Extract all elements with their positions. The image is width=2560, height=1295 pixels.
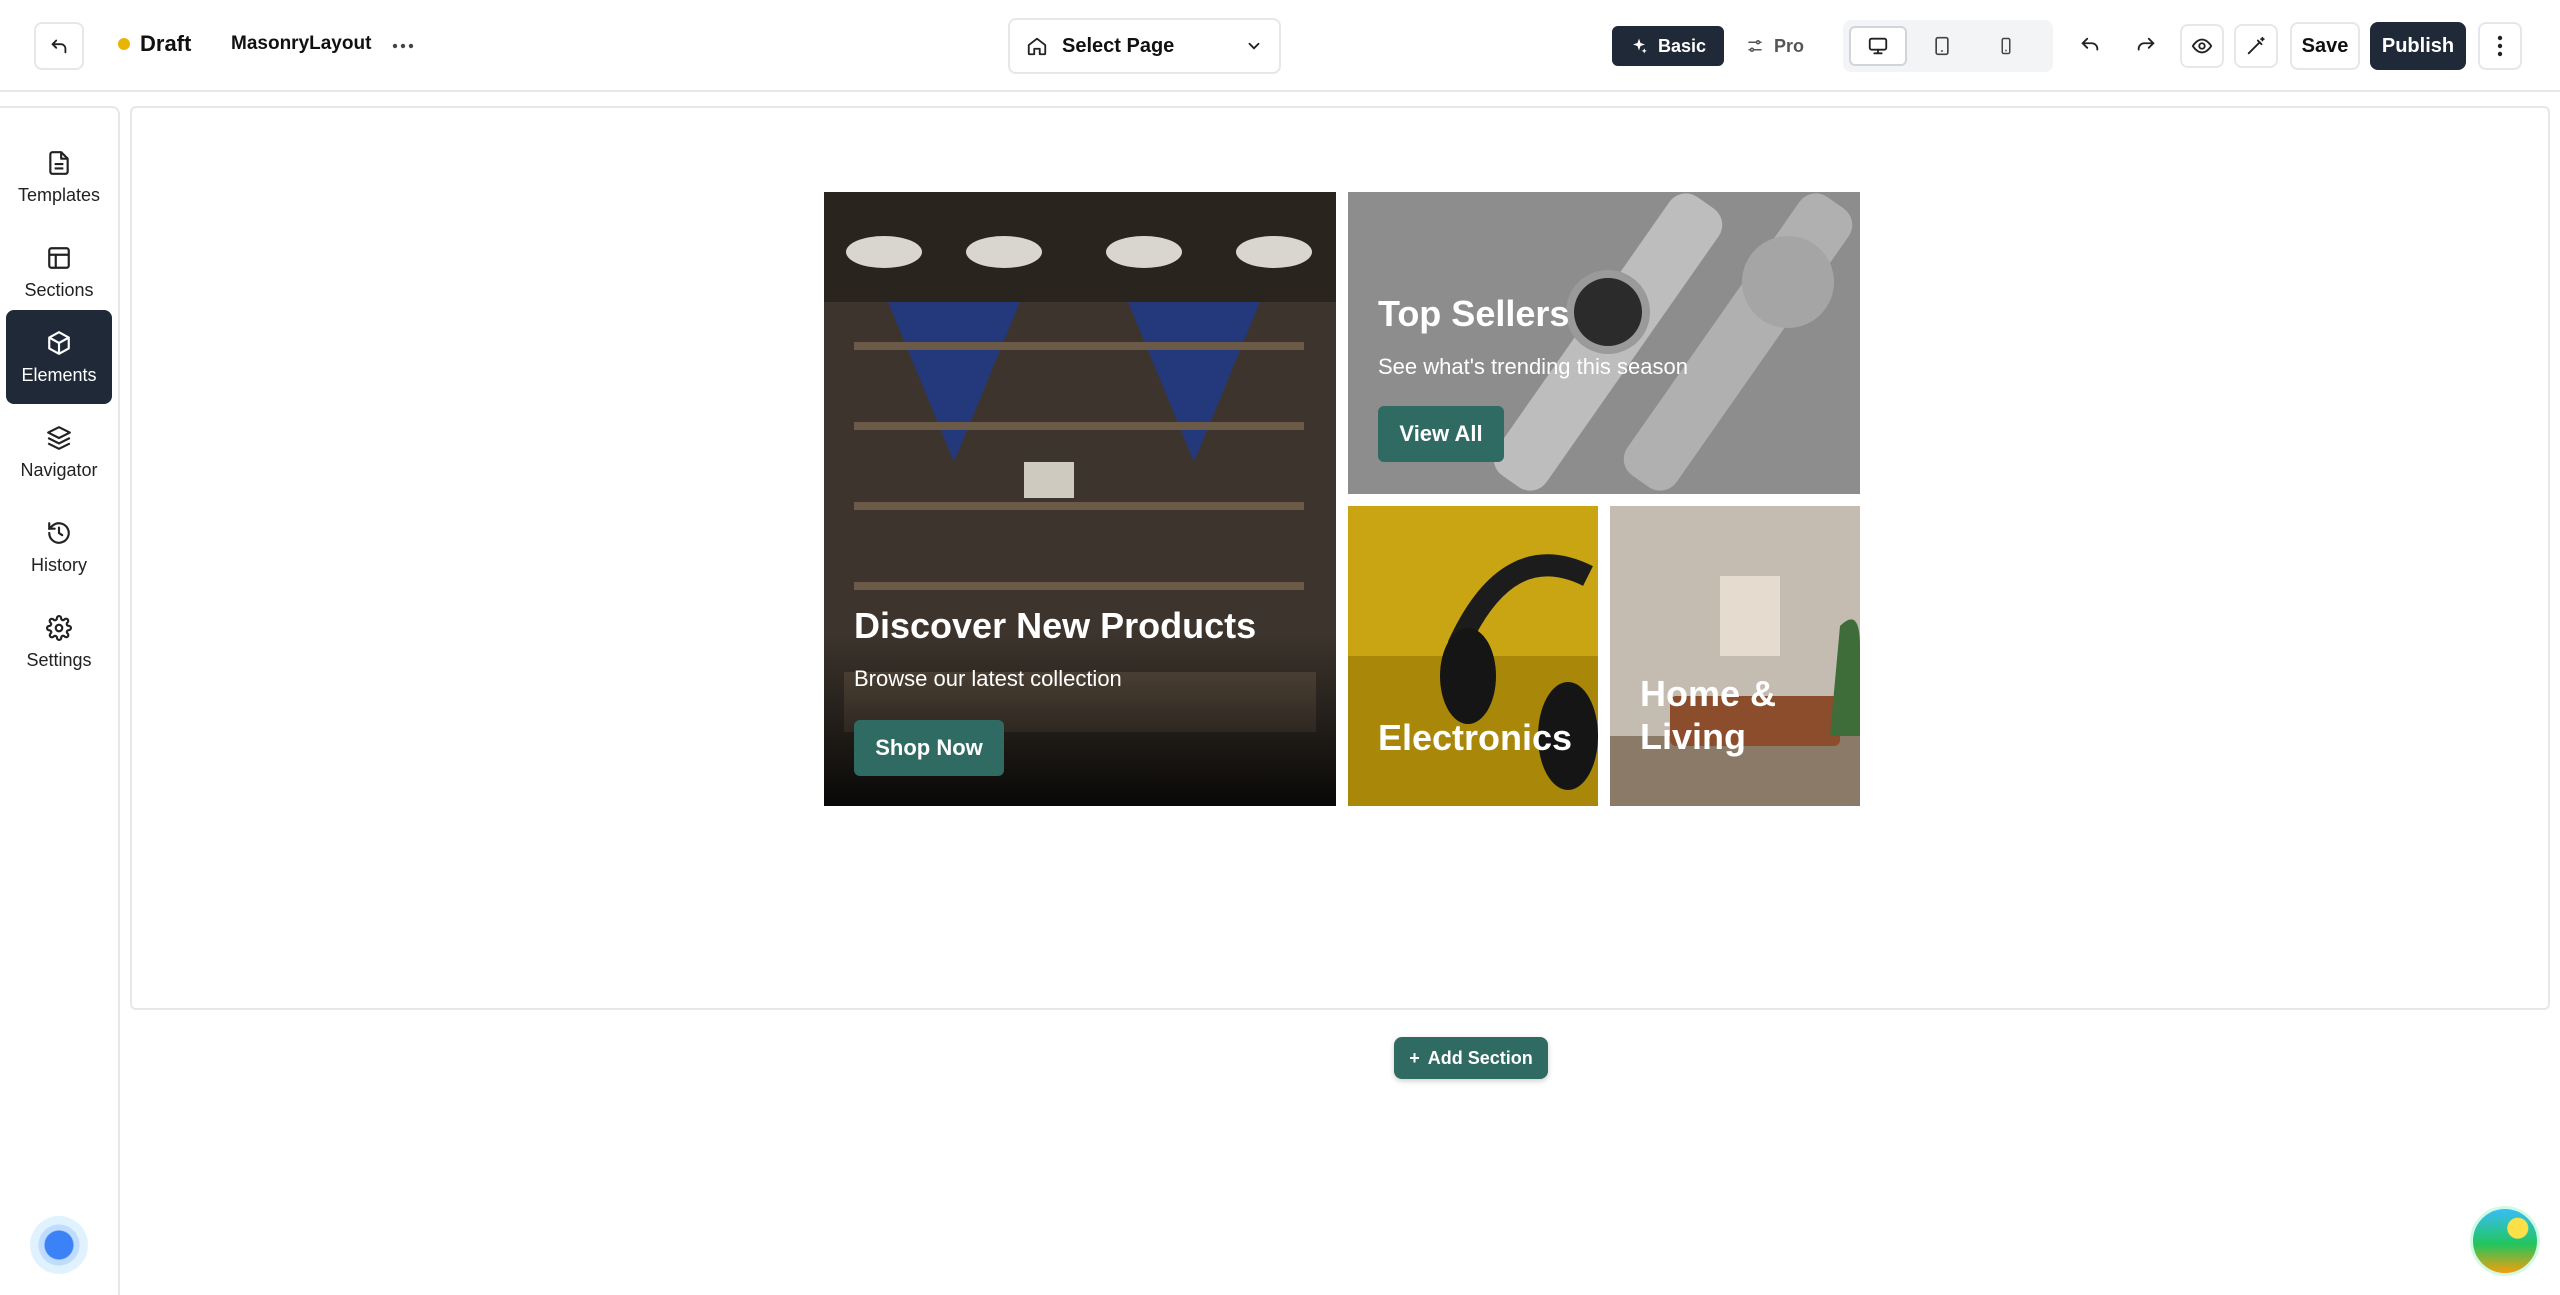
left-sidebar: Templates Sections Elements Navigator Hi… [0,106,120,1295]
layers-icon [47,425,71,450]
desktop-view-button[interactable] [1849,26,1907,66]
sidebar-item-settings[interactable]: Settings [6,595,112,689]
headphones-image [1348,506,1598,806]
vertical-ellipsis-icon [2497,35,2503,57]
sparkle-icon [1633,38,1647,54]
sidebar-item-templates[interactable]: Templates [6,130,112,224]
editor-canvas: Discover New Products Browse our latest … [130,106,2550,1079]
living-room-image [1610,506,1860,806]
undo-icon [2081,37,2099,51]
add-section-label: Add Section [1427,1047,1533,1068]
sidebar-item-label: Navigator [20,459,98,480]
top-toolbar: Draft MasonryLayout Select Page Basic Pr… [0,0,2560,92]
user-avatar[interactable] [2470,1206,2540,1276]
tile-discover-subtitle: Browse our latest collection [854,666,1122,691]
device-switcher [1843,20,2053,72]
sidebar-item-label: Elements [21,364,97,385]
undo-button[interactable] [2068,24,2112,68]
sidebar-item-elements[interactable]: Elements [6,310,112,404]
smartphone-icon [2001,37,2011,55]
save-button[interactable]: Save [2290,22,2360,70]
page-select-dropdown[interactable]: Select Page [1008,18,1281,74]
tile-top-sellers[interactable]: Top Sellers See what's trending this sea… [1348,192,1860,494]
gear-icon [46,614,72,641]
more-menu-button[interactable] [2478,22,2522,70]
tile-home-living-title: Home & Living [1640,673,1777,758]
publish-button[interactable]: Publish [2370,22,2466,70]
mode-basic-button[interactable]: Basic [1612,26,1725,66]
sidebar-item-label: Settings [26,649,92,670]
back-button[interactable] [34,22,84,70]
return-arrow-icon [51,39,67,54]
sliders-icon [1748,40,1762,52]
tile-top-sellers-title: Top Sellers [1378,293,1570,334]
mobile-view-button[interactable] [1977,26,2035,66]
store-shelf-image [824,192,1336,806]
mode-pro-label: Pro [1774,35,1805,56]
tile-discover-title: Discover New Products [854,605,1257,646]
more-options-button[interactable] [388,26,418,66]
document-icon [49,150,69,175]
preview-button[interactable] [2180,24,2224,68]
home-icon [1027,37,1047,56]
sidebar-item-sections[interactable]: Sections [6,225,112,319]
status-dot [118,38,130,50]
history-icon [48,521,70,544]
page-select-label: Select Page [1062,34,1175,57]
sidebar-item-label: Sections [24,279,94,300]
chevron-down-icon [1248,42,1260,50]
shop-now-button[interactable]: Shop Now [854,720,1004,776]
add-section-button[interactable]: + Add Section [1394,1037,1548,1079]
mode-toggle: Basic Pro [1612,26,1822,66]
tile-top-sellers-subtitle: See what's trending this season [1378,354,1688,379]
monitor-icon [1868,37,1888,55]
sidebar-item-navigator[interactable]: Navigator [6,405,112,499]
tile-electronics-title: Electronics [1378,717,1573,758]
sidebar-item-label: History [30,554,87,575]
assistant-orb[interactable] [30,1216,88,1274]
redo-button[interactable] [2124,24,2168,68]
draft-status: Draft [118,31,191,57]
view-all-button[interactable]: View All [1378,406,1504,462]
tablet-icon [1935,36,1949,56]
status-label: Draft [140,31,192,56]
plus-icon: + [1409,1047,1420,1068]
sidebar-item-history[interactable]: History [6,500,112,594]
sidebar-item-label: Templates [17,184,101,205]
layout-icon [48,246,70,269]
tile-home-living[interactable]: Home & Living [1610,506,1860,806]
magic-wand-icon [2247,36,2265,55]
ellipsis-icon [392,43,414,49]
redo-icon [2137,37,2155,51]
mode-pro-button[interactable]: Pro [1728,26,1822,66]
ai-assist-button[interactable] [2234,24,2278,68]
mode-basic-label: Basic [1658,35,1707,56]
cube-icon [48,330,70,355]
tablet-view-button[interactable] [1913,26,1971,66]
page-name[interactable]: MasonryLayout [231,33,371,55]
tile-discover[interactable]: Discover New Products Browse our latest … [824,192,1336,806]
tile-electronics[interactable]: Electronics [1348,506,1598,806]
eye-icon [2191,38,2213,54]
